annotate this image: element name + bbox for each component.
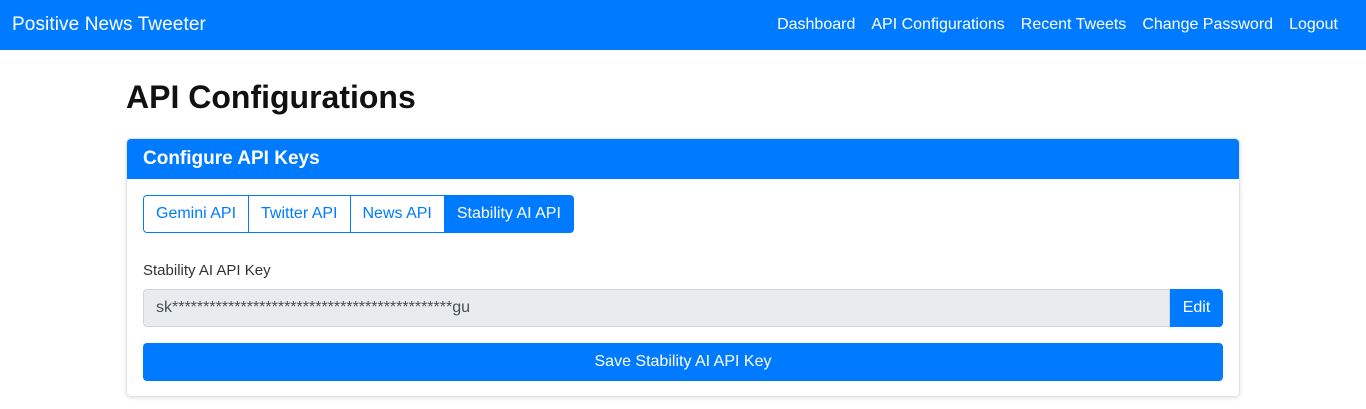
tab-gemini-api[interactable]: Gemini API	[143, 195, 250, 233]
main-content: API Configurations Configure API Keys Ge…	[126, 50, 1240, 397]
api-key-input-group: Edit	[143, 289, 1223, 327]
save-api-key-button[interactable]: Save Stability AI API Key	[143, 343, 1223, 381]
card-header: Configure API Keys	[127, 139, 1239, 179]
edit-button[interactable]: Edit	[1170, 289, 1223, 327]
api-keys-card: Configure API Keys Gemini API Twitter AP…	[126, 138, 1240, 397]
nav-link-api-configurations[interactable]: API Configurations	[863, 16, 1012, 34]
nav-link-change-password[interactable]: Change Password	[1134, 16, 1281, 34]
api-key-label: Stability AI API Key	[143, 262, 271, 279]
tab-twitter-api[interactable]: Twitter API	[248, 195, 351, 233]
nav-link-recent-tweets[interactable]: Recent Tweets	[1013, 16, 1135, 34]
nav-links: Dashboard API Configurations Recent Twee…	[769, 16, 1346, 34]
api-key-field[interactable]	[143, 289, 1170, 327]
card-body: Gemini API Twitter API News API Stabilit…	[127, 179, 1239, 396]
top-navbar: Positive News Tweeter Dashboard API Conf…	[0, 0, 1366, 50]
tab-stability-ai-api[interactable]: Stability AI API	[443, 195, 574, 233]
brand-title[interactable]: Positive News Tweeter	[12, 14, 206, 36]
nav-link-dashboard[interactable]: Dashboard	[769, 16, 863, 34]
nav-link-logout[interactable]: Logout	[1281, 16, 1346, 34]
api-tabs: Gemini API Twitter API News API Stabilit…	[143, 195, 574, 233]
tab-news-api[interactable]: News API	[349, 195, 445, 233]
page-title: API Configurations	[126, 79, 416, 115]
